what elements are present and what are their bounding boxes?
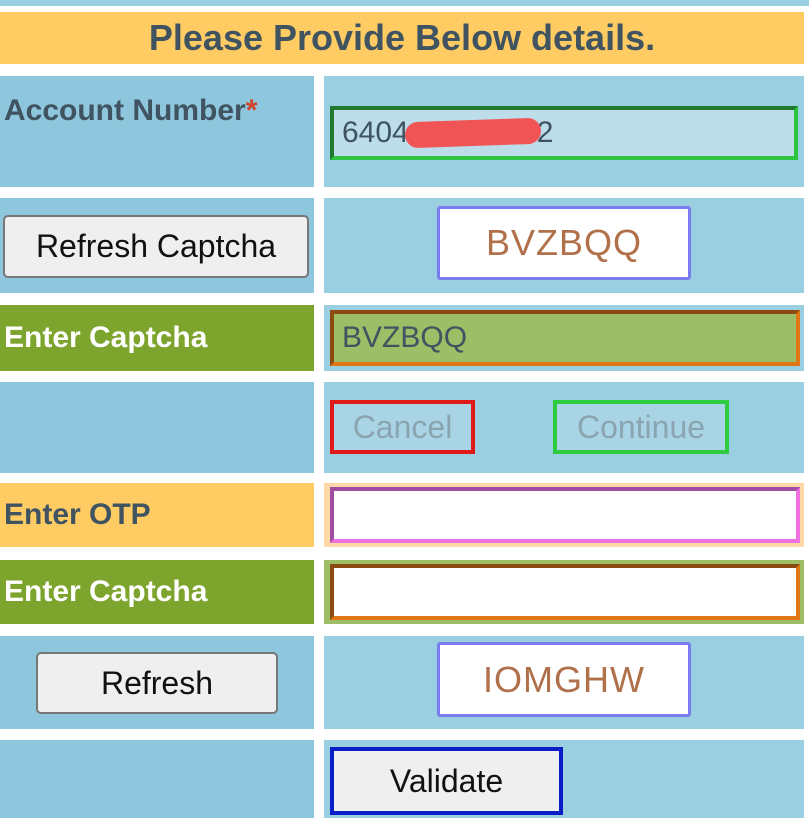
refresh-captcha-button[interactable]: Refresh Captcha <box>3 215 309 278</box>
refresh-button[interactable]: Refresh <box>36 652 278 714</box>
empty-cell-2 <box>0 740 314 818</box>
captcha-input[interactable]: BVZBQQ <box>330 310 800 366</box>
account-number-label: Account Number <box>4 94 246 127</box>
redaction-mark <box>404 117 542 149</box>
account-value-visible-start: 6404 <box>342 116 409 149</box>
validate-button[interactable]: Validate <box>330 747 563 815</box>
account-label-cell: Account Number* <box>0 76 314 187</box>
cancel-button[interactable]: Cancel <box>330 400 475 454</box>
enter-captcha-label-2: Enter Captcha <box>0 560 314 624</box>
account-number-input[interactable]: 6404 2 <box>330 106 798 160</box>
otp-input[interactable] <box>330 487 800 543</box>
empty-cell <box>0 382 314 473</box>
captcha-image: BVZBQQ <box>437 206 691 280</box>
page-title: Please Provide Below details. <box>0 12 804 64</box>
top-strip <box>0 0 809 6</box>
required-mark: * <box>245 94 258 127</box>
enter-captcha-label: Enter Captcha <box>0 305 314 371</box>
continue-button[interactable]: Continue <box>553 400 729 454</box>
captcha-image-2: IOMGHW <box>437 642 691 717</box>
enter-otp-label: Enter OTP <box>0 483 314 547</box>
captcha-input-2[interactable] <box>330 564 800 620</box>
